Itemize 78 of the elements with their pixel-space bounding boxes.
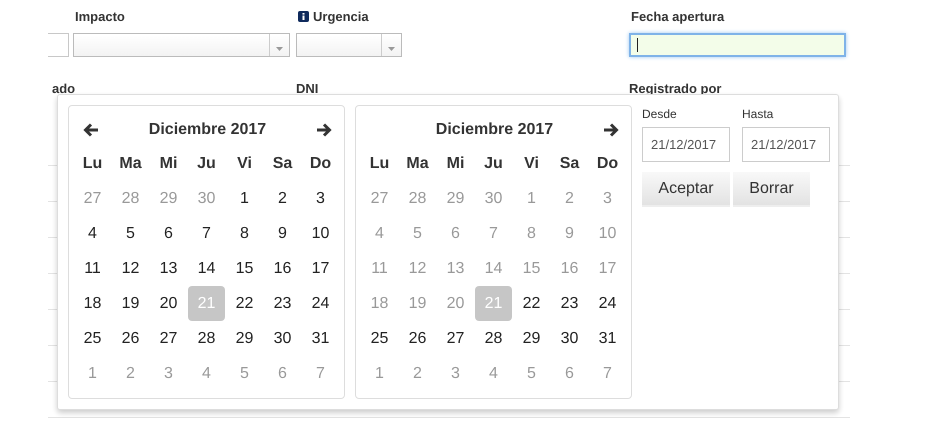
month-title: Diciembre 2017 — [148, 121, 266, 139]
day-cell[interactable]: 20 — [150, 286, 187, 321]
day-cell[interactable]: 29 — [513, 321, 550, 356]
day-cell[interactable]: 9 — [264, 216, 301, 251]
weekday-label: Vi — [236, 154, 253, 174]
day-cell[interactable]: 22 — [513, 286, 550, 321]
field-label: ado — [52, 81, 76, 96]
weekday-label: Lu — [368, 154, 390, 174]
day-cell[interactable]: 11 — [74, 251, 111, 286]
day-cell[interactable]: 4 — [74, 216, 111, 251]
day-cell[interactable]: 16 — [264, 251, 301, 286]
day-cell[interactable]: 18 — [74, 286, 111, 321]
date-field[interactable]: 21/12/2017 — [742, 127, 830, 162]
day-cell[interactable]: 5 — [112, 216, 149, 251]
day-cell[interactable]: 25 — [74, 321, 111, 356]
field-label: Urgencia — [313, 9, 369, 24]
day-cell[interactable]: 2 — [264, 181, 301, 216]
day-cell[interactable]: 10 — [302, 216, 339, 251]
weekday-label: Sa — [558, 154, 580, 174]
day-cell[interactable]: 23 — [264, 286, 301, 321]
weekday-label: Ju — [483, 154, 504, 174]
dropdown[interactable] — [296, 33, 402, 57]
weekday-label: Lu — [82, 154, 104, 174]
day-cell[interactable]: 12 — [112, 251, 149, 286]
weekday-label: Vi — [523, 154, 540, 174]
day-cell[interactable]: 13 — [150, 251, 187, 286]
day-cell[interactable]: 31 — [302, 321, 339, 356]
action-button[interactable]: Borrar — [733, 172, 810, 207]
day-cell[interactable]: 1 — [226, 181, 263, 216]
field-label: Fecha apertura — [631, 9, 724, 24]
day-cell[interactable]: 30 — [264, 321, 301, 356]
weekday-label: Ju — [196, 154, 217, 174]
text-field[interactable] — [48, 33, 69, 57]
day-cell[interactable]: 17 — [302, 251, 339, 286]
weekday-label: Do — [596, 154, 620, 174]
day-cell[interactable]: 29 — [226, 321, 263, 356]
day-cell[interactable]: 15 — [226, 251, 263, 286]
day-cell[interactable]: 27 — [437, 321, 474, 356]
weekday-label: Do — [308, 154, 332, 174]
arrow-right-icon[interactable] — [603, 123, 619, 137]
month-title: Diciembre 2017 — [436, 121, 554, 139]
day-cell[interactable]: 19 — [112, 286, 149, 321]
weekday-label: Mi — [446, 154, 466, 174]
action-button[interactable]: Aceptar — [642, 172, 730, 207]
info-icon — [298, 11, 309, 22]
field-label: Registrado por — [629, 81, 722, 96]
arrow-left-icon[interactable] — [83, 123, 99, 137]
day-cell[interactable]: 7 — [188, 216, 225, 251]
day-cell[interactable]: 24 — [302, 286, 339, 321]
day-cell[interactable]: 24 — [589, 286, 626, 321]
weekday-label: Sa — [272, 154, 294, 174]
caret-icon — [276, 47, 283, 51]
field-label: Impacto — [75, 9, 125, 24]
day-cell[interactable]: 22 — [226, 286, 263, 321]
day-cell[interactable]: 31 — [589, 321, 626, 356]
day-cell[interactable]: 25 — [361, 321, 398, 356]
weekday-label: Ma — [118, 154, 143, 174]
date-field[interactable] — [629, 33, 846, 57]
field-label: DNI — [296, 81, 320, 96]
day-cell[interactable]: 27 — [150, 321, 187, 356]
day-cell[interactable]: 26 — [399, 321, 436, 356]
caret-icon — [388, 47, 395, 51]
field-label: Desde — [642, 107, 678, 121]
day-cell[interactable]: 28 — [188, 321, 225, 356]
date-field[interactable]: 21/12/2017 — [642, 127, 730, 162]
day-cell[interactable]: 3 — [302, 181, 339, 216]
day-cell[interactable]: 30 — [551, 321, 588, 356]
day-cell[interactable]: 14 — [188, 251, 225, 286]
weekday-label: Ma — [405, 154, 430, 174]
weekday-label: Mi — [158, 154, 178, 174]
day-cell[interactable]: 28 — [475, 321, 512, 356]
arrow-right-icon[interactable] — [316, 123, 332, 137]
day-cell[interactable]: 6 — [150, 216, 187, 251]
field-label: Hasta — [742, 107, 774, 121]
day-cell[interactable]: 26 — [112, 321, 149, 356]
day-cell[interactable]: 23 — [551, 286, 588, 321]
dropdown[interactable] — [73, 33, 290, 57]
day-cell[interactable]: 8 — [226, 216, 263, 251]
